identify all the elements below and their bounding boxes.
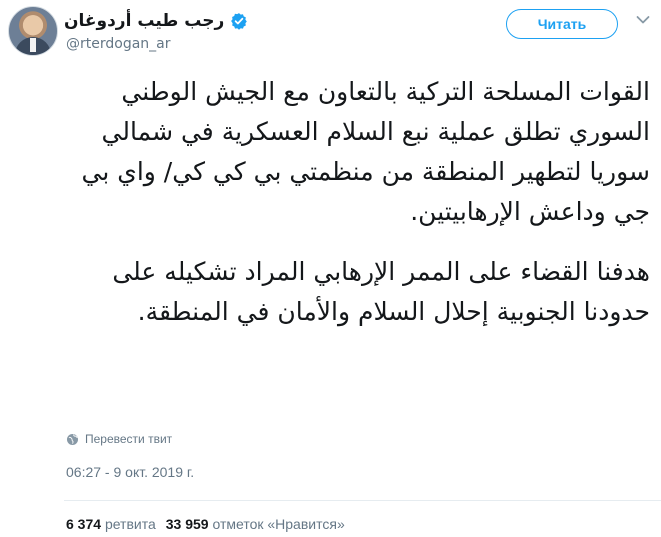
- likes-stat[interactable]: 33 959 отметок «Нравится»: [166, 516, 345, 532]
- verified-badge-icon: [231, 13, 248, 30]
- tweet-timestamp[interactable]: 06:27 - 9 окт. 2019 г.: [66, 464, 194, 480]
- author-handle[interactable]: @rterdogan_ar: [66, 36, 171, 52]
- globe-icon: [66, 433, 79, 445]
- tweet-header: رجب طيب أردوغان @rterdogan_ar Читать: [0, 0, 661, 60]
- retweets-stat[interactable]: 6 374 ретвита: [66, 516, 156, 532]
- chevron-down-icon[interactable]: [636, 15, 650, 25]
- divider: [64, 500, 661, 501]
- author-name[interactable]: رجب طيب أردوغان: [64, 11, 224, 31]
- translate-tweet-link[interactable]: Перевести твит: [66, 432, 172, 446]
- tweet-text: القوات المسلحة التركية بالتعاون مع الجيش…: [60, 72, 650, 332]
- tweet-paragraph-2: هدفنا القضاء على الممر الإرهابي المراد ت…: [112, 257, 650, 326]
- tweet-stats: 6 374 ретвита 33 959 отметок «Нравится»: [66, 516, 345, 532]
- follow-button[interactable]: Читать: [506, 9, 618, 39]
- retweets-count: 6 374: [66, 516, 102, 532]
- author-name-row[interactable]: رجب طيب أردوغان: [64, 9, 248, 33]
- likes-label: отметок «Нравится»: [212, 516, 345, 532]
- likes-count: 33 959: [165, 516, 209, 532]
- tweet-paragraph-1: القوات المسلحة التركية بالتعاون مع الجيش…: [81, 77, 650, 226]
- translate-tweet-label[interactable]: Перевести твит: [85, 432, 172, 446]
- retweets-label: ретвита: [104, 516, 156, 532]
- avatar-shirt: [30, 38, 36, 52]
- avatar[interactable]: [8, 6, 58, 56]
